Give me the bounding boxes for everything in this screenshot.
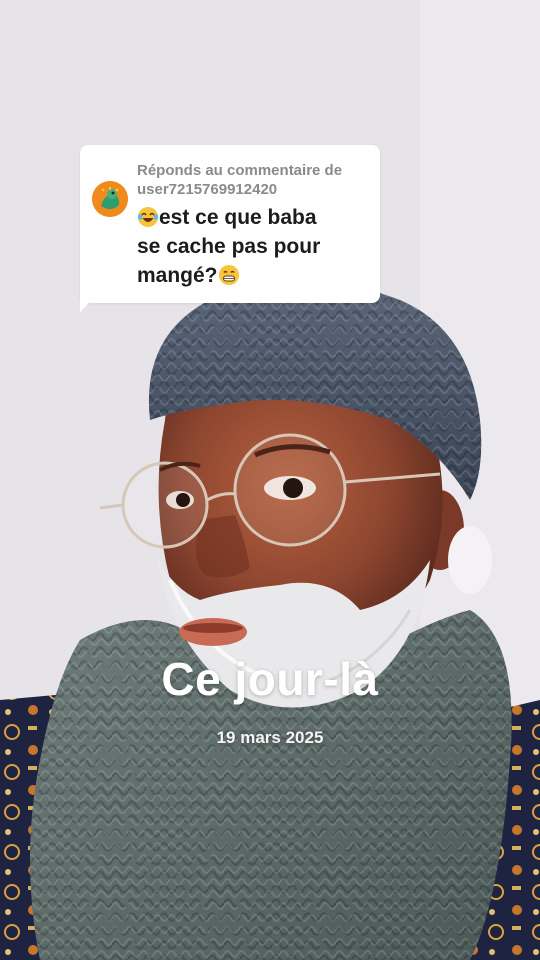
commenter-username[interactable]: user7215769912420 <box>137 180 367 199</box>
video-frame: Réponds au commentaire de user7215769912… <box>0 0 540 960</box>
reply-heading-prefix: Réponds au commentaire de <box>137 162 343 179</box>
reply-sticker-tail <box>80 296 96 312</box>
comment-line-2: se cache pas pour <box>137 235 321 258</box>
comment-line-1: est ce que baba <box>159 206 317 229</box>
reply-heading: Réponds au commentaire de user7215769912… <box>137 161 367 199</box>
memory-date: 19 mars 2025 <box>216 728 324 747</box>
video-scene <box>0 0 540 960</box>
laughing-tears-emoji-icon <box>137 207 159 227</box>
reply-comment-text: est ce que baba se cache pas pour mangé? <box>137 203 372 290</box>
memory-title: Ce jour-là <box>161 653 379 705</box>
comment-line-3: mangé? <box>137 264 218 287</box>
commenter-avatar-icon <box>92 181 128 217</box>
grinning-emoji-icon <box>218 265 239 285</box>
commenter-avatar <box>92 181 128 217</box>
comment-reply-sticker[interactable]: Réponds au commentaire de user7215769912… <box>80 145 380 303</box>
